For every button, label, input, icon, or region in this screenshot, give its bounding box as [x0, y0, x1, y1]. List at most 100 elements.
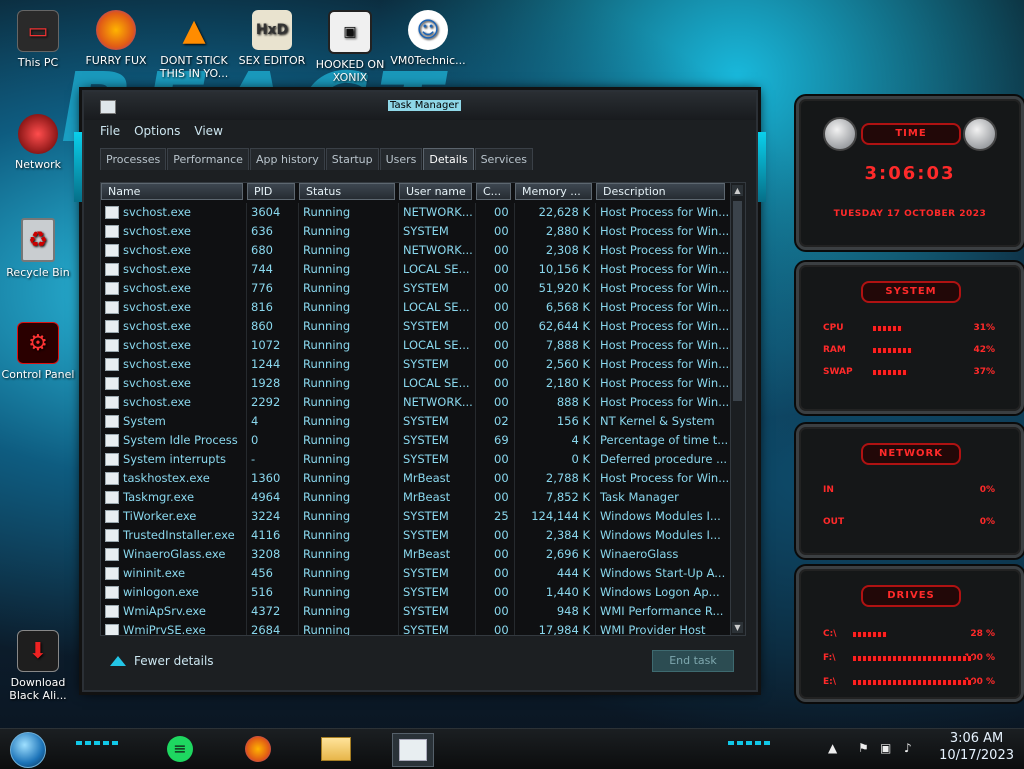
process-status: Running: [299, 621, 399, 635]
menu-options[interactable]: Options: [134, 124, 180, 144]
desktop-icon-vm0technic[interactable]: ☺ VM0Technic...: [390, 10, 466, 67]
desktop-icon-network[interactable]: Network: [0, 114, 76, 171]
process-description: Windows Logon Ap...: [600, 585, 720, 599]
process-icon: [105, 491, 119, 504]
tab-performance[interactable]: Performance: [167, 148, 249, 170]
process-description: Host Process for Win...: [600, 357, 729, 371]
task-manager-window[interactable]: Task Manager File Options View Processes…: [74, 90, 766, 692]
spotify-icon: ≡: [167, 736, 193, 762]
table-row[interactable]: TrustedInstaller.exe 4116 Running SYSTEM 00 2…: [101, 526, 729, 545]
process-description: Host Process for Win...: [600, 281, 729, 295]
process-name-text: wininit.exe: [123, 566, 186, 580]
tab-details[interactable]: Details: [423, 148, 474, 170]
taskbar-task-manager[interactable]: [392, 733, 434, 767]
vertical-scrollbar[interactable]: ▲ ▼: [730, 183, 745, 635]
volume-icon[interactable]: ♪: [904, 741, 912, 755]
process-icon: [105, 225, 119, 238]
menu-view[interactable]: View: [194, 124, 222, 144]
table-row[interactable]: svchost.exe 3604 Running NETWORK... 00 22,628…: [101, 203, 729, 222]
tab-users[interactable]: Users: [379, 148, 423, 170]
process-status: Running: [299, 602, 399, 621]
process-name: wininit.exe: [101, 564, 247, 583]
drive-f-bar: [853, 656, 973, 661]
tab-app-history[interactable]: App history: [249, 148, 325, 170]
process-name: svchost.exe: [101, 222, 247, 241]
table-row[interactable]: System 4 Running SYSTEM 02 156 K NT Kernel & S…: [101, 412, 729, 431]
process-memory: 0 K: [515, 450, 596, 469]
table-row[interactable]: svchost.exe 816 Running LOCAL SE... 00 6,568 …: [101, 298, 729, 317]
column-header-status[interactable]: Status: [299, 183, 395, 200]
column-header-user-name[interactable]: User name: [399, 183, 472, 200]
table-row[interactable]: taskhostex.exe 1360 Running MrBeast 00 2,788 …: [101, 469, 729, 488]
time-gadget: TIME 3:06:03 TUESDAY 17 OCTOBER 2023: [796, 96, 1024, 250]
process-memory: 6,568 K: [515, 298, 596, 317]
scroll-up-icon[interactable]: ▲: [732, 185, 743, 196]
table-row[interactable]: System Idle Process 0 Running SYSTEM 69 4 K Pe…: [101, 431, 729, 450]
process-icon: [105, 339, 119, 352]
desktop-icon-dont-stick[interactable]: ▲ DONT STICK THIS IN YO...: [156, 10, 232, 80]
table-row[interactable]: svchost.exe 776 Running SYSTEM 00 51,920 K Hos…: [101, 279, 729, 298]
taskbar-decoration: [728, 741, 770, 745]
column-header-description[interactable]: Description: [596, 183, 725, 200]
desktop-icon-furry-fux[interactable]: FURRY FUX: [78, 10, 154, 67]
start-button[interactable]: [10, 732, 46, 768]
process-name: svchost.exe: [101, 260, 247, 279]
scroll-thumb[interactable]: [733, 201, 742, 401]
table-row[interactable]: WmiPrvSE.exe 2684 Running SYSTEM 00 17,984 K W…: [101, 621, 729, 635]
menu-file[interactable]: File: [100, 124, 120, 144]
taskbar-spotify[interactable]: ≡: [160, 733, 200, 765]
table-row[interactable]: WmiApSrv.exe 4372 Running SYSTEM 00 948 K WMI …: [101, 602, 729, 621]
process-icon: [105, 320, 119, 333]
column-header-pid[interactable]: PID: [247, 183, 295, 200]
process-user: SYSTEM: [399, 317, 476, 336]
desktop-icon-this-pc[interactable]: ▭ This PC: [0, 10, 76, 69]
process-name-text: Taskmgr.exe: [123, 490, 195, 504]
drive-e-bar: [853, 680, 973, 685]
desktop-icon-download[interactable]: ⬇ Download Black Ali...: [0, 630, 76, 702]
table-row[interactable]: Taskmgr.exe 4964 Running MrBeast 00 7,852 K Ta…: [101, 488, 729, 507]
table-row[interactable]: svchost.exe 1928 Running LOCAL SE... 00 2,180…: [101, 374, 729, 393]
title-bar[interactable]: Task Manager: [84, 92, 756, 120]
in-label: IN: [823, 485, 834, 495]
taskbar-firefox[interactable]: [238, 733, 278, 765]
table-row[interactable]: svchost.exe 2292 Running NETWORK... 00 888 K H…: [101, 393, 729, 412]
table-row[interactable]: svchost.exe 680 Running NETWORK... 00 2,308 K…: [101, 241, 729, 260]
process-memory: 7,852 K: [515, 488, 596, 507]
tab-processes[interactable]: Processes: [100, 148, 167, 170]
fewer-details-button[interactable]: Fewer details: [110, 654, 214, 668]
table-row[interactable]: WinaeroGlass.exe 3208 Running MrBeast 00 2,69…: [101, 545, 729, 564]
table-row[interactable]: winlogon.exe 516 Running SYSTEM 00 1,440 K Win…: [101, 583, 729, 602]
table-row[interactable]: wininit.exe 456 Running SYSTEM 00 444 K Window…: [101, 564, 729, 583]
process-name: System Idle Process: [101, 431, 247, 450]
end-task-button[interactable]: End task: [652, 650, 734, 672]
column-header-memory[interactable]: Memory ...: [515, 183, 592, 200]
process-user: SYSTEM: [399, 412, 476, 431]
table-row[interactable]: svchost.exe 860 Running SYSTEM 00 62,644 K Hos…: [101, 317, 729, 336]
flag-icon[interactable]: ⚑: [858, 741, 869, 755]
scroll-down-icon[interactable]: ▼: [732, 622, 743, 633]
network-tray-icon[interactable]: ▣: [880, 741, 891, 755]
taskbar-file-explorer[interactable]: [316, 733, 356, 765]
desktop-icon-hooked-on-xonix[interactable]: ▣ HOOKED ON XONIX: [312, 10, 388, 84]
column-header-name[interactable]: Name: [101, 183, 243, 200]
process-user: NETWORK...: [399, 241, 476, 260]
notification-icon[interactable]: ▲: [828, 741, 837, 755]
table-row[interactable]: svchost.exe 636 Running SYSTEM 00 2,880 K Host…: [101, 222, 729, 241]
desktop-icon-recycle-bin[interactable]: ♻ Recycle Bin: [0, 218, 76, 279]
taskbar-clock[interactable]: 3:06 AM 10/17/2023: [939, 730, 1014, 764]
table-row[interactable]: svchost.exe 1072 Running LOCAL SE... 00 7,888…: [101, 336, 729, 355]
table-row[interactable]: TiWorker.exe 3224 Running SYSTEM 25 124,144 K…: [101, 507, 729, 526]
desktop-icon-sex-editor[interactable]: HxD SEX EDITOR: [234, 10, 310, 67]
drive-e-label: E:\: [823, 677, 837, 687]
table-row[interactable]: svchost.exe 1244 Running SYSTEM 00 2,560 K Hos…: [101, 355, 729, 374]
tab-startup[interactable]: Startup: [325, 148, 379, 170]
out-value: 0%: [979, 517, 995, 527]
process-name-text: svchost.exe: [123, 395, 192, 409]
table-row[interactable]: svchost.exe 744 Running LOCAL SE... 00 10,156…: [101, 260, 729, 279]
desktop-icon-control-panel[interactable]: ⚙ Control Panel: [0, 322, 76, 381]
tab-services[interactable]: Services: [474, 148, 533, 170]
process-cpu: 00: [476, 526, 515, 545]
table-row[interactable]: System interrupts - Running SYSTEM 00 0 K Defe…: [101, 450, 729, 469]
drive-c-value: 28 %: [970, 629, 995, 639]
column-header-cpu[interactable]: C...: [476, 183, 511, 200]
